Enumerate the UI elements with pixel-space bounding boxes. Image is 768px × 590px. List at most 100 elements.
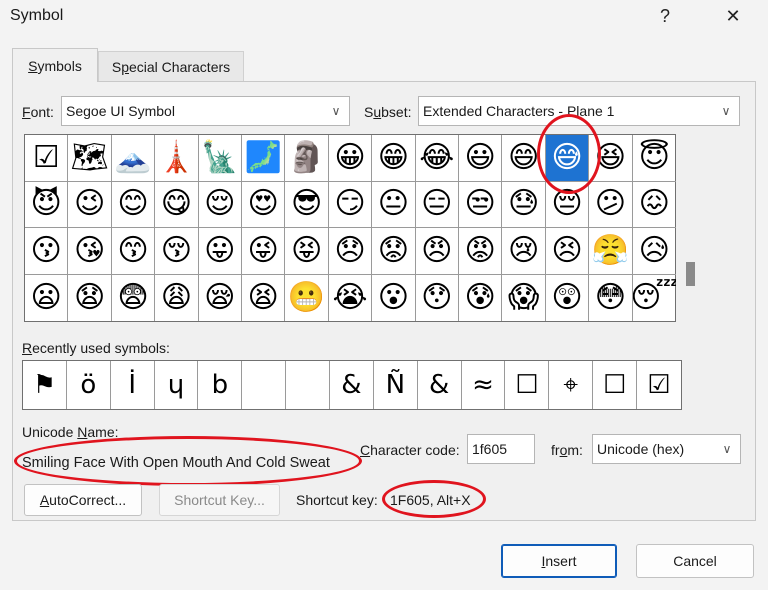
- symbol-grid[interactable]: ☑ 🗺 🗻 🗼 🗽 🗾 🗿 😀 😁 😂 😃 😄 😅 😆 😇 😈 😉 😊 😋 😌 😍 😎 😏 😐 😑 😒 😓 😔 😕 😖 😗 😘 😙 😚 😛 😜 😝 😞 😟 😠…: [24, 134, 676, 322]
- symbol-cell[interactable]: 😲: [546, 274, 590, 321]
- recent-symbol-cell[interactable]: ⚑: [23, 361, 67, 409]
- symbol-cell[interactable]: 😜: [242, 228, 286, 275]
- character-code-input[interactable]: 1f605: [467, 434, 535, 464]
- symbol-cell[interactable]: 😓: [502, 181, 546, 228]
- symbol-cell[interactable]: 😞: [328, 228, 373, 275]
- symbol-cell[interactable]: 😖: [632, 182, 676, 228]
- recent-symbol-cell[interactable]: b: [198, 361, 243, 409]
- autocorrect-button[interactable]: AutoCorrect...: [24, 484, 142, 516]
- symbol-cell[interactable]: 😠: [415, 228, 459, 275]
- recent-symbol-cell[interactable]: ☑: [637, 361, 681, 409]
- symbol-cell[interactable]: 😎: [285, 181, 329, 228]
- symbol-cell[interactable]: 🗺: [68, 135, 112, 182]
- symbol-cell[interactable]: 😊: [111, 181, 156, 228]
- symbol-cell[interactable]: 😳: [589, 274, 633, 321]
- recent-symbol-cell[interactable]: &: [418, 361, 462, 409]
- symbol-cell[interactable]: 😁: [372, 135, 416, 182]
- recent-symbol-cell[interactable]: [286, 361, 331, 409]
- symbol-cell[interactable]: 😇: [632, 135, 676, 182]
- recent-symbol-cell[interactable]: ö: [67, 361, 111, 409]
- symbol-cell[interactable]: 😩: [155, 274, 199, 321]
- recent-symbol-cell[interactable]: İ: [111, 361, 155, 409]
- shortcut-key-label: Shortcut key:: [296, 492, 378, 508]
- recent-symbol-cell[interactable]: ☐: [593, 361, 638, 409]
- symbol-cell[interactable]: 😀: [328, 135, 373, 182]
- symbol-cell[interactable]: 😒: [459, 181, 503, 228]
- symbol-cell[interactable]: 😉: [68, 181, 112, 228]
- close-button[interactable]: ✕: [718, 2, 748, 30]
- symbol-cell[interactable]: 😨: [112, 274, 156, 321]
- grid-scrollbar[interactable]: [676, 134, 700, 322]
- symbol-cell[interactable]: 😚: [155, 228, 199, 275]
- shortcut-key-button[interactable]: Shortcut Key...: [159, 484, 280, 516]
- symbol-cell[interactable]: 😆: [589, 135, 633, 182]
- symbol-cell[interactable]: 😣: [545, 228, 590, 275]
- from-value: Unicode (hex): [597, 441, 685, 457]
- symbol-cell[interactable]: 😱: [502, 274, 546, 321]
- chevron-down-icon[interactable]: ∨: [323, 97, 349, 125]
- symbol-cell[interactable]: 😋: [155, 181, 199, 228]
- chevron-down-icon[interactable]: ∨: [713, 97, 739, 125]
- window-title: Symbol: [10, 7, 64, 24]
- symbol-cell[interactable]: 🗾: [242, 135, 286, 182]
- symbol-cell[interactable]: 😤: [589, 228, 633, 275]
- symbol-cell[interactable]: 😢: [502, 228, 546, 275]
- symbol-cell[interactable]: 😧: [68, 274, 112, 321]
- symbol-cell[interactable]: 😘: [68, 228, 112, 275]
- tab-symbols[interactable]: Symbols: [12, 48, 98, 82]
- symbol-cell[interactable]: 😗: [25, 228, 69, 275]
- tab-symbols-label: ymbols: [37, 57, 82, 74]
- recent-symbol-cell[interactable]: ≈: [462, 361, 506, 409]
- symbol-cell[interactable]: 🗻: [111, 135, 156, 182]
- symbol-cell[interactable]: 😑: [415, 181, 459, 228]
- recent-symbol-cell[interactable]: [242, 361, 287, 409]
- symbol-cell[interactable]: 😡: [459, 228, 503, 275]
- recent-symbol-cell[interactable]: ⌖: [549, 361, 594, 409]
- symbol-cell[interactable]: ☑: [25, 135, 69, 182]
- symbol-cell[interactable]: 😥: [632, 228, 676, 275]
- symbol-cell[interactable]: 😪: [199, 274, 242, 321]
- symbol-cell[interactable]: 😦: [25, 274, 69, 321]
- recent-symbol-cell[interactable]: ☐: [505, 361, 550, 409]
- symbol-cell[interactable]: 😴: [633, 275, 676, 322]
- symbol-cell[interactable]: 😅: [545, 135, 590, 182]
- symbol-cell[interactable]: 😰: [459, 274, 503, 321]
- help-button[interactable]: ?: [650, 2, 680, 30]
- symbol-cell[interactable]: 😝: [285, 228, 329, 275]
- symbol-cell[interactable]: 😂: [415, 135, 459, 182]
- symbol-cell[interactable]: 😛: [198, 228, 242, 275]
- symbol-cell[interactable]: 😐: [372, 181, 416, 228]
- subset-select[interactable]: Extended Characters - Plane 1 ∨: [418, 96, 740, 126]
- insert-button[interactable]: Insert: [501, 544, 617, 578]
- recent-symbol-cell[interactable]: Ñ: [374, 361, 418, 409]
- symbol-cell[interactable]: 😯: [416, 274, 459, 321]
- font-select[interactable]: Segoe UI Symbol ∨: [61, 96, 350, 126]
- subset-value: Extended Characters - Plane 1: [423, 103, 615, 119]
- recent-symbol-cell[interactable]: ɥ: [155, 361, 199, 409]
- symbol-cell[interactable]: 😟: [372, 228, 416, 275]
- symbol-cell[interactable]: 😙: [111, 228, 156, 275]
- symbol-cell[interactable]: 😫: [242, 274, 286, 321]
- symbol-cell[interactable]: 😈: [25, 181, 69, 228]
- symbol-cell[interactable]: 😄: [502, 135, 546, 182]
- symbol-cell[interactable]: 😭: [329, 274, 373, 321]
- tab-special-characters[interactable]: Sp ecial Characters: [98, 51, 244, 81]
- symbol-cell[interactable]: 😍: [242, 181, 286, 228]
- symbol-cell[interactable]: 🗿: [285, 135, 329, 182]
- recent-symbol-cell[interactable]: &: [330, 361, 374, 409]
- from-label: from:: [551, 442, 583, 458]
- symbol-cell[interactable]: 😮: [372, 274, 416, 321]
- cancel-button[interactable]: Cancel: [636, 544, 754, 578]
- symbol-cell[interactable]: 🗽: [198, 135, 242, 182]
- chevron-down-icon[interactable]: ∨: [714, 435, 740, 463]
- symbol-cell[interactable]: 😌: [198, 181, 242, 228]
- recent-symbols-row[interactable]: ⚑ ö İɥ b & Ñ & ≈ ☐ ⌖ ☐ ☑: [22, 360, 682, 410]
- symbol-cell[interactable]: 😃: [459, 135, 503, 182]
- symbol-cell[interactable]: 😏: [328, 181, 373, 228]
- scrollbar-thumb[interactable]: [686, 262, 695, 286]
- symbol-cell[interactable]: 😔: [545, 181, 590, 228]
- symbol-cell[interactable]: 😕: [589, 181, 633, 228]
- from-select[interactable]: Unicode (hex) ∨: [592, 434, 741, 464]
- symbol-cell[interactable]: 🗼: [155, 135, 199, 182]
- symbol-cell[interactable]: 😬: [285, 274, 329, 321]
